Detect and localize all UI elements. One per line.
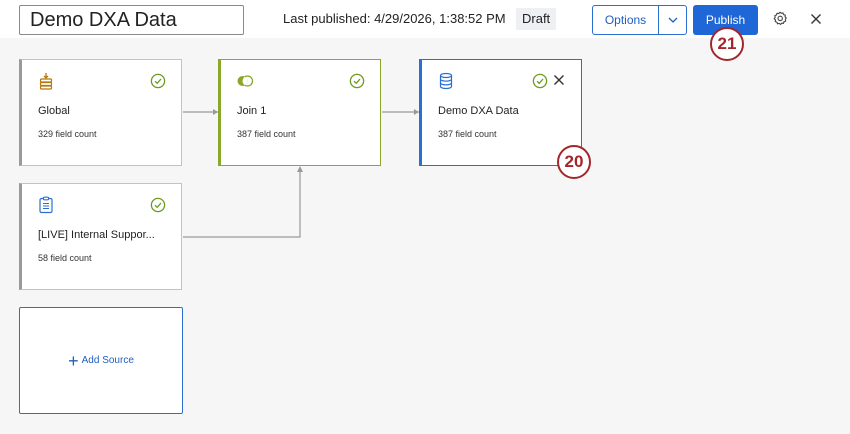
card-field-count: 329 field count (38, 129, 97, 139)
card-name: Demo DXA Data (438, 105, 519, 117)
source-card-global[interactable]: Global 329 field count (19, 59, 182, 166)
card-name: [LIVE] Internal Suppor... (38, 229, 155, 241)
plus-icon: + (68, 350, 79, 371)
success-check-icon (150, 73, 166, 89)
clipboard-icon (39, 196, 53, 214)
remove-icon[interactable] (553, 74, 565, 86)
step-marker-output-card: 20 (557, 145, 591, 179)
add-source-button[interactable]: + Add Source (19, 307, 183, 414)
card-field-count: 387 field count (237, 129, 296, 139)
add-source-label: Add Source (81, 355, 134, 366)
card-name: Global (38, 105, 70, 117)
output-card[interactable]: Demo DXA Data 387 field count (419, 59, 582, 166)
card-field-count: 58 field count (38, 253, 92, 263)
step-marker-publish: 21 (710, 27, 744, 61)
join-card[interactable]: Join 1 387 field count (218, 59, 381, 166)
success-check-icon (349, 73, 365, 89)
dataset-icon (439, 72, 453, 90)
success-check-icon (150, 197, 166, 213)
join-icon (237, 75, 254, 87)
connector-internal-join (183, 167, 301, 238)
card-name: Join 1 (237, 105, 267, 117)
database-stack-icon (39, 73, 53, 90)
card-field-count: 387 field count (438, 129, 497, 139)
success-check-icon (532, 73, 548, 89)
source-card-internal-support[interactable]: [LIVE] Internal Suppor... 58 field count (19, 183, 182, 290)
